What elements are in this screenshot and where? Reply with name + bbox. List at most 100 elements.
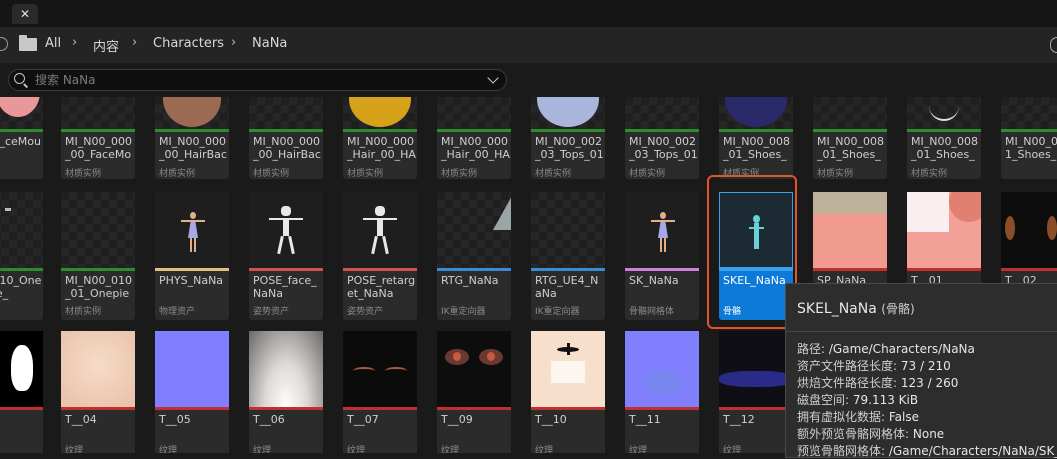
asset-name: T__10 [535,413,567,426]
asset-name: MI_N00_000_00_FaceMouth [65,135,132,161]
breadcrumb-characters[interactable]: Characters [153,36,224,51]
asset-type: 材质实例 [629,169,666,179]
asset-type-bar [1001,268,1057,271]
asset-tile[interactable]: MI_N00_008_01_Shoes_01_ 材质实例 [813,97,887,179]
asset-type-bar [0,129,43,132]
asset-tile[interactable]: T__05 纹理 [155,331,229,453]
asset-thumbnail [343,97,417,129]
tooltip-row: 路径: /Game/Characters/NaNa [797,342,975,356]
breadcrumb-all[interactable]: All [45,36,61,51]
asset-tile[interactable]: MI_N00_010_01_Onepiece_ 材质实例 [61,192,135,320]
asset-tile[interactable]: MI_N00_000_00_HairBack_ 材质实例 [249,97,323,179]
asset-tile[interactable]: MI_N00_008_01_Shoes_01_ 材质实例 [907,97,981,179]
tooltip-row: 预览骨骼网格体: /Game/Characters/NaNa/SK_NaNa [797,444,1057,458]
asset-tile[interactable]: T__04 纹理 [61,331,135,453]
tooltip-row: 烘焙文件路径长度: 123 / 260 [797,376,959,390]
breadcrumb-content[interactable]: 内容 [93,36,119,55]
asset-name: MI_N00_002_03_Tops_01_ [535,135,604,161]
asset-type: 材质实例 [535,169,572,179]
asset-name: T__06 [253,413,285,426]
asset-tile[interactable]: _000_ceMouth [0,97,43,179]
asset-tile[interactable] [0,331,43,453]
asset-tile[interactable]: T__12 纹理 [719,331,793,453]
asset-name: POSE_retarget_NaNa [347,274,416,300]
asset-thumbnail [719,331,793,407]
asset-name: RTG_NaNa [441,274,499,287]
asset-thumbnail [1001,97,1057,129]
asset-thumbnail [0,192,43,268]
asset-type-bar [437,268,511,271]
asset-name: MI_N00_000_00_HairBack_ [159,135,227,161]
asset-thumbnail [625,331,699,407]
asset-type: 材质实例 [441,169,478,179]
asset-tile[interactable]: MI_N00_000_00_FaceMouth 材质实例 [61,97,135,179]
asset-tile[interactable]: MI_N00_000_Hair_00_HAIR 材质实例 [437,97,511,179]
asset-type-bar [61,268,135,271]
asset-tooltip: SKEL_NaNa (骨骼) 路径: /Game/Characters/NaNa… [785,283,1057,458]
asset-thumbnail [437,97,511,129]
asset-type: 纹理 [253,446,272,453]
asset-type-bar [625,129,699,132]
asset-tile[interactable]: RTG_UE4_NaNa IK重定向器 [531,192,605,320]
asset-type-bar [155,407,229,410]
asset-tile[interactable]: MI_N00_002_03_Tops_01_ 材质实例 [531,97,605,179]
asset-thumbnail [531,192,605,268]
asset-tile[interactable]: T__10 纹理 [531,331,605,453]
asset-thumbnail [719,97,793,129]
asset-type-bar [437,129,511,132]
asset-tile[interactable]: T__09 纹理 [437,331,511,453]
asset-tile[interactable]: T__06 纹理 [249,331,323,453]
search-box[interactable] [8,69,507,91]
asset-tile[interactable]: T__07 纹理 [343,331,417,453]
asset-type-bar [719,407,793,410]
asset-tile[interactable]: 00_010_Onepiece_ [0,192,43,320]
asset-name: SK_NaNa [629,274,679,287]
asset-name: MI_N00_008_01_Shoes_01_ [723,135,790,161]
breadcrumb-nana[interactable]: NaNa [252,36,287,51]
asset-name: T__12 [723,413,755,426]
asset-type-bar [343,129,417,132]
asset-thumbnail [531,97,605,129]
close-tab-button[interactable]: ✕ [12,4,38,24]
asset-tile[interactable]: MI_N00_008_01_Shoes_01_ 材质实例 [719,97,793,179]
asset-name: SKEL_NaNa [723,274,786,287]
asset-thumbnail [813,192,887,268]
asset-tile[interactable]: T__11 纹理 [625,331,699,453]
asset-type-bar [249,268,323,271]
asset-thumbnail [249,192,323,268]
asset-tile[interactable]: SK_NaNa 骨骼网格体 [625,192,699,320]
asset-tile[interactable]: PHYS_NaNa 物理资产 [155,192,229,320]
search-input[interactable] [35,71,475,89]
asset-type-bar [61,129,135,132]
asset-name: T__09 [441,413,473,426]
asset-thumbnail [61,192,135,268]
asset-type-bar [1001,129,1057,132]
asset-type: 材质实例 [65,307,102,317]
asset-tile[interactable]: MI_N00_000_00_HairBack_ 材质实例 [155,97,229,179]
asset-tile[interactable]: MI_N00_002_03_Tops_01_ 材质实例 [625,97,699,179]
asset-type: 材质实例 [65,169,102,179]
folder-icon [19,35,37,51]
asset-tile[interactable]: MI_N00_000_Hair_00_HAIR 材质实例 [343,97,417,179]
asset-tile[interactable]: POSE_face_NaNa 姿势资产 [249,192,323,320]
asset-type: 材质实例 [347,169,384,179]
asset-tile[interactable]: MI_N00_0_01_Shoes_ [1001,97,1057,179]
asset-type-bar [343,407,417,410]
chevron-right-icon[interactable]: › [72,35,77,50]
asset-name: MI_N00_000_Hair_00_HAIR [347,135,416,161]
asset-type: 纹理 [441,446,460,453]
asset-thumbnail [61,331,135,407]
history-icon[interactable] [0,37,8,51]
chevron-down-icon[interactable] [487,72,499,84]
asset-tile[interactable]: POSE_retarget_NaNa 姿势资产 [343,192,417,320]
asset-tile[interactable]: RTG_NaNa IK重定向器 [437,192,511,320]
asset-type-bar [813,129,887,132]
chevron-right-icon[interactable]: › [132,35,137,50]
asset-tile-selected[interactable]: SKEL_NaNa 骨骼 [719,192,793,320]
tooltip-row: 额外预览骨骼网格体: None [797,427,945,441]
asset-type-bar [155,268,229,271]
chevron-right-icon[interactable]: › [231,35,236,50]
asset-thumbnail [343,192,417,268]
settings-icon[interactable] [1050,37,1057,53]
asset-type-bar [249,129,323,132]
